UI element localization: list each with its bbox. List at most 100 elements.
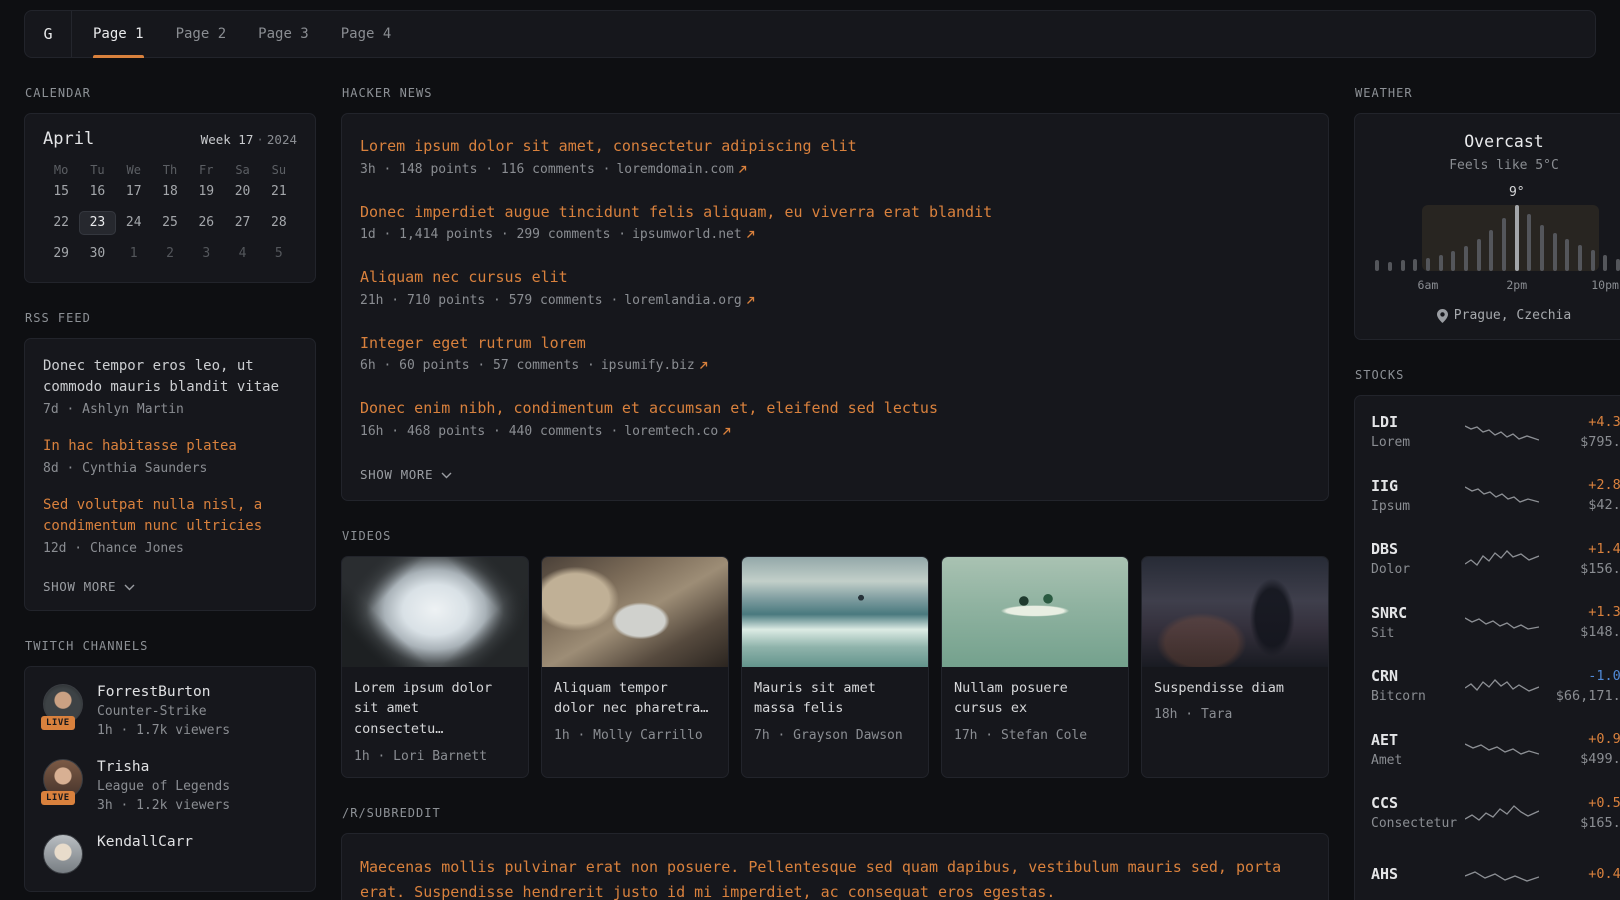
channel-name: ForrestBurton xyxy=(97,684,230,700)
stock-values: +0.46% xyxy=(1545,866,1620,886)
tab-page-3[interactable]: Page 3 xyxy=(258,11,309,57)
video-title: Nullam posuere cursus ex xyxy=(954,678,1116,720)
twitch-channel-row[interactable]: LIVE Trisha League of Legends 3h · 1.2k … xyxy=(43,759,297,813)
hn-domain-link[interactable]: loremtech.co xyxy=(624,424,731,439)
stock-change: +1.42% xyxy=(1545,541,1620,557)
calendar-day: 20 xyxy=(224,180,260,204)
hn-item-link[interactable]: Lorem ipsum dolor sit amet, consectetur … xyxy=(360,137,857,155)
stock-values: +0.51% $165.84 xyxy=(1545,795,1620,831)
weather-widget-title: WEATHER xyxy=(1355,86,1620,100)
subreddit-widget: /R/SUBREDDIT Maecenas mollis pulvinar er… xyxy=(341,806,1329,900)
calendar-day: 30 xyxy=(79,242,115,266)
weather-feels-like: Feels like 5°C xyxy=(1371,158,1620,173)
external-link-icon xyxy=(738,165,747,174)
stock-row: CCS Consectetur +0.51% $165.84 xyxy=(1371,781,1620,845)
rss-card: Donec tempor eros leo, ut commodo mauris… xyxy=(24,338,316,611)
stock-change: +0.46% xyxy=(1545,866,1620,882)
video-card[interactable]: Aliquam tempor dolor nec pharetra… 1h · … xyxy=(541,556,729,779)
video-card[interactable]: Lorem ipsum dolor sit amet consectetu… 1… xyxy=(341,556,529,779)
stock-sparkline xyxy=(1459,609,1545,635)
rss-show-more-button[interactable]: SHOW MORE xyxy=(43,579,135,594)
calendar-day-next-month: 3 xyxy=(188,242,224,266)
stock-price: $42.04 xyxy=(1545,497,1620,513)
stock-symbol: SNRC xyxy=(1371,604,1459,622)
calendar-day: 24 xyxy=(116,211,152,235)
weather-time-label: 6am xyxy=(1418,278,1439,292)
calendar-day: 22 xyxy=(43,211,79,235)
rss-item-link[interactable]: Donec tempor eros leo, ut commodo mauris… xyxy=(43,358,279,395)
hacker-news-card: Lorem ipsum dolor sit amet, consectetur … xyxy=(341,113,1329,501)
videos-widget-title: VIDEOS xyxy=(342,529,1329,543)
stock-identity: AHS xyxy=(1371,865,1459,887)
stock-name: Lorem xyxy=(1371,435,1459,450)
hn-item-link[interactable]: Aliquam nec cursus elit xyxy=(360,268,568,286)
video-body: Suspendisse diam 18h · Tara xyxy=(1142,667,1328,736)
video-meta: 18h · Tara xyxy=(1154,707,1316,722)
videos-widget: VIDEOS Lorem ipsum dolor sit amet consec… xyxy=(341,529,1329,779)
calendar-day-next-month: 1 xyxy=(116,242,152,266)
calendar-day: 21 xyxy=(261,180,297,204)
hn-domain-link[interactable]: loremdomain.com xyxy=(616,162,746,177)
dow-label: Th xyxy=(152,163,188,180)
hacker-news-widget-title: HACKER NEWS xyxy=(342,86,1329,100)
hn-domain-link[interactable]: ipsumworld.net xyxy=(632,227,755,242)
calendar-week-label: Week 17 xyxy=(201,132,254,147)
calendar-day: 15 xyxy=(43,180,79,204)
calendar-day: 19 xyxy=(188,180,224,204)
channel-info: Trisha League of Legends 3h · 1.2k viewe… xyxy=(97,759,230,813)
external-link-icon xyxy=(722,427,731,436)
video-thumbnail xyxy=(542,557,728,667)
hn-show-more-button[interactable]: SHOW MORE xyxy=(360,467,452,482)
tab-page-1[interactable]: Page 1 xyxy=(93,11,144,57)
stock-change: +2.84% xyxy=(1545,477,1620,493)
twitch-channel-row[interactable]: LIVE ForrestBurton Counter-Strike 1h · 1… xyxy=(43,684,297,738)
subreddit-card: Maecenas mollis pulvinar erat non posuer… xyxy=(341,833,1329,900)
left-column: CALENDAR April Week 17·2024 Mo Tu We Th … xyxy=(24,58,316,892)
right-column: WEATHER Overcast Feels like 5°C 9° 6am 2… xyxy=(1354,58,1620,900)
hn-meta-text: 6h · 60 points · 57 comments · xyxy=(360,358,595,373)
hn-item-meta: 21h · 710 points · 579 comments · loreml… xyxy=(360,293,1310,308)
tab-page-4[interactable]: Page 4 xyxy=(341,11,392,57)
stock-change: +0.92% xyxy=(1545,731,1620,747)
rss-item-meta: 7d · Ashlyn Martin xyxy=(43,402,297,417)
hn-item-link[interactable]: Donec imperdiet augue tincidunt felis al… xyxy=(360,203,992,221)
calendar-day-selected: 23 xyxy=(79,211,115,235)
app-logo[interactable]: G xyxy=(25,11,72,57)
twitch-channel-row[interactable]: KendallCarr xyxy=(43,834,297,874)
tab-label: Page 1 xyxy=(93,26,144,42)
calendar-header: April Week 17·2024 xyxy=(43,129,297,149)
dow-label: Tu xyxy=(79,163,115,180)
stock-price: $156.28 xyxy=(1545,561,1620,577)
hn-item-link[interactable]: Integer eget rutrum lorem xyxy=(360,334,586,352)
hn-domain: loremlandia.org xyxy=(624,293,741,308)
channel-meta: 3h · 1.2k viewers xyxy=(97,798,230,813)
video-card[interactable]: Mauris sit amet massa felis 7h · Grayson… xyxy=(741,556,929,779)
video-card[interactable]: Nullam posuere cursus ex 17h · Stefan Co… xyxy=(941,556,1129,779)
stock-name: Consectetur xyxy=(1371,816,1459,831)
external-link-icon xyxy=(746,296,755,305)
video-card[interactable]: Suspendisse diam 18h · Tara xyxy=(1141,556,1329,779)
stock-change: +4.35% xyxy=(1545,414,1620,430)
external-link-icon xyxy=(746,230,755,239)
stock-name: Sit xyxy=(1371,626,1459,641)
stock-identity: IIG Ipsum xyxy=(1371,477,1459,514)
rss-item-link[interactable]: Sed volutpat nulla nisl, a condimentum n… xyxy=(43,497,262,534)
channel-name: KendallCarr xyxy=(97,834,193,850)
stock-change: +1.36% xyxy=(1545,604,1620,620)
hn-domain-link[interactable]: ipsumify.biz xyxy=(601,358,708,373)
stock-row: AHS +0.46% xyxy=(1371,845,1620,900)
hn-item-link[interactable]: Donec enim nibh, condimentum et accumsan… xyxy=(360,399,938,417)
rss-widget: RSS FEED Donec tempor eros leo, ut commo… xyxy=(24,311,316,611)
hn-domain-link[interactable]: loremlandia.org xyxy=(624,293,754,308)
stock-price: $165.84 xyxy=(1545,815,1620,831)
dow-label: Su xyxy=(261,163,297,180)
rss-item-link[interactable]: In hac habitasse platea xyxy=(43,438,237,454)
stock-identity: SNRC Sit xyxy=(1371,604,1459,641)
weather-location-text: Prague, Czechia xyxy=(1454,308,1571,323)
tab-page-2[interactable]: Page 2 xyxy=(176,11,227,57)
channel-avatar xyxy=(43,834,83,874)
subreddit-item-link[interactable]: Maecenas mollis pulvinar erat non posuer… xyxy=(360,858,1281,900)
stock-sparkline xyxy=(1459,736,1545,762)
show-more-label: SHOW MORE xyxy=(360,467,433,482)
dow-label: Fr xyxy=(188,163,224,180)
